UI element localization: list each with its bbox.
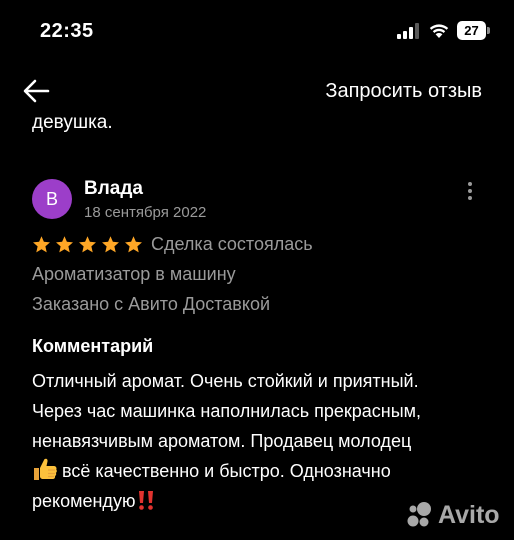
- comment-line: всё качественно и быстро. Однозначно: [62, 461, 391, 481]
- comment-line: Через час машинка наполнилась прекрасным…: [32, 401, 422, 421]
- star-icon: [79, 235, 96, 252]
- status-time: 22:35: [40, 20, 94, 42]
- wifi-icon: [429, 24, 449, 38]
- product-name[interactable]: Ароматизатор в машину: [32, 264, 236, 285]
- star-icon: [125, 235, 142, 252]
- avito-logo-icon: [407, 502, 431, 527]
- thumbs-up-icon: [34, 458, 57, 480]
- delivery-note: Заказано с Авито Доставкой: [32, 294, 271, 314]
- cellular-signal-icon: [397, 23, 419, 39]
- double-exclamation-icon: [139, 491, 154, 510]
- more-options-icon[interactable]: [460, 180, 480, 202]
- star-rating: [32, 235, 147, 254]
- battery-icon: 27: [457, 21, 491, 40]
- battery-level: 27: [464, 23, 479, 38]
- previous-review-text: девушка.: [32, 112, 113, 133]
- star-icon: [102, 235, 119, 252]
- review-date: 18 сентября 2022: [84, 204, 207, 221]
- avatar[interactable]: В: [32, 179, 72, 219]
- comment-text: Отличный аромат. Очень стойкий и приятны…: [32, 366, 502, 516]
- navigation-bar: Запросить отзыв: [0, 66, 514, 116]
- avito-wordmark: Avito: [438, 500, 500, 529]
- comment-heading: Комментарий: [32, 336, 154, 356]
- status-bar: 22:35 27: [0, 0, 514, 64]
- comment-line: рекомендую: [32, 491, 136, 511]
- comment-line: Отличный аромат. Очень стойкий и приятны…: [32, 371, 419, 391]
- star-icon: [33, 235, 50, 252]
- author-name[interactable]: Влада: [84, 178, 143, 200]
- avito-watermark: Avito: [404, 498, 500, 532]
- back-arrow-icon[interactable]: [20, 76, 54, 106]
- comment-line: ненавязчивым ароматом. Продавец молодец: [32, 431, 412, 451]
- star-icon: [56, 235, 73, 252]
- deal-status: Сделка состоялась: [151, 233, 313, 254]
- rating-row: Сделка состоялась: [32, 232, 313, 256]
- request-review-button[interactable]: Запросить отзыв: [325, 80, 482, 103]
